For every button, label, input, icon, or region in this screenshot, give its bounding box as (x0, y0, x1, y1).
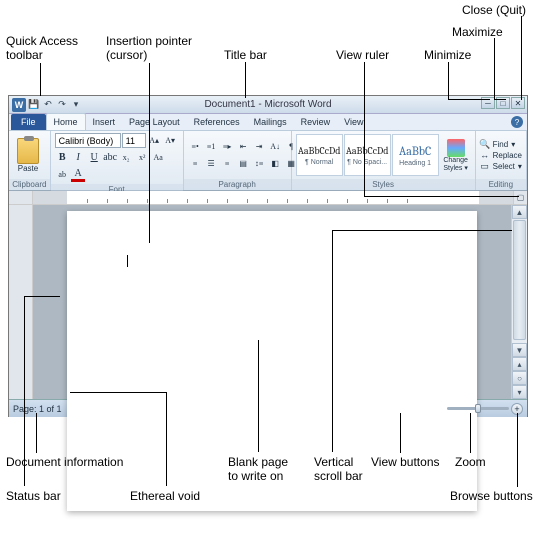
font-family-combo[interactable]: Calibri (Body) (55, 133, 121, 148)
callout-void: Ethereal void (130, 489, 200, 503)
callout-statusbar: Status bar (6, 489, 61, 503)
ribbon-tabs: File Home Insert Page Layout References … (9, 114, 527, 131)
word-icon[interactable]: W (12, 98, 26, 112)
page-info[interactable]: Page: 1 of 1 (13, 404, 62, 414)
tab-insert[interactable]: Insert (86, 114, 123, 130)
increase-indent-icon[interactable]: ⇥ (252, 139, 267, 154)
font-color-icon[interactable]: A (71, 167, 86, 182)
subscript-button[interactable]: x₂ (119, 150, 134, 165)
group-font: Calibri (Body) 11 A▴ A▾ B I U abc x₂ x² … (51, 131, 184, 190)
italic-button[interactable]: I (71, 150, 86, 165)
callout-qat: Quick Accesstoolbar (6, 34, 78, 63)
tab-mailings[interactable]: Mailings (247, 114, 294, 130)
numbering-icon[interactable]: ≡1 (204, 139, 219, 154)
replace-icon: ↔ (480, 150, 490, 160)
zoom-slider-thumb[interactable] (475, 404, 481, 413)
find-button[interactable]: 🔍Find ▾ (480, 139, 522, 149)
tab-review[interactable]: Review (294, 114, 338, 130)
qat-dropdown-icon[interactable]: ▾ (70, 99, 82, 111)
ribbon: Paste Clipboard Calibri (Body) 11 A▴ A▾ … (9, 131, 527, 191)
vertical-ruler[interactable] (9, 205, 33, 399)
ruler-scale[interactable] (67, 191, 479, 204)
text-effects-icon[interactable]: Aa (151, 150, 166, 165)
group-editing: 🔍Find ▾ ↔Replace ▭Select ▾ Editing (476, 131, 527, 190)
shading-icon[interactable]: ◧ (268, 156, 283, 171)
shrink-font-icon[interactable]: A▾ (163, 133, 178, 148)
callout-page: Blank pageto write on (228, 455, 288, 484)
save-icon[interactable]: 💾 (28, 99, 40, 111)
document-void (33, 205, 511, 399)
align-center-icon[interactable]: ☰ (204, 156, 219, 171)
group-clipboard: Paste Clipboard (9, 131, 51, 190)
find-icon: 🔍 (480, 139, 490, 149)
justify-icon[interactable]: ▤ (236, 156, 251, 171)
highlight-icon[interactable]: ab (55, 167, 70, 182)
tab-page-layout[interactable]: Page Layout (122, 114, 187, 130)
underline-button[interactable]: U (87, 150, 102, 165)
callout-ruler: View ruler (336, 48, 389, 62)
view-ruler-toggle[interactable]: ▢ (513, 191, 527, 204)
scroll-track[interactable] (512, 219, 527, 343)
strikethrough-button[interactable]: abc (103, 150, 118, 165)
callout-titlebar: Title bar (224, 48, 267, 62)
vertical-scrollbar[interactable]: ▲ ▼ ▴ ○ ▾ (511, 205, 527, 399)
window-title: Document1 - Microsoft Word (204, 99, 331, 110)
callout-browse: Browse buttons (450, 489, 533, 503)
scroll-thumb[interactable] (513, 220, 526, 340)
help-icon[interactable]: ? (511, 116, 523, 128)
align-right-icon[interactable]: ≡ (220, 156, 235, 171)
font-size-combo[interactable]: 11 (122, 133, 146, 148)
tab-references[interactable]: References (187, 114, 247, 130)
callout-zoom: Zoom (455, 455, 486, 469)
document-area: ▲ ▼ ▴ ○ ▾ (9, 205, 527, 399)
callout-maximize: Maximize (452, 25, 503, 39)
close-button[interactable]: ✕ (511, 97, 525, 109)
quick-access-toolbar: W 💾 ↶ ↷ ▾ (9, 98, 82, 112)
tab-selector[interactable] (9, 191, 33, 204)
multilevel-icon[interactable]: ≡▸ (220, 139, 235, 154)
redo-icon[interactable]: ↷ (56, 99, 68, 111)
paste-button[interactable]: Paste (13, 134, 43, 176)
group-paragraph: ≡• ≡1 ≡▸ ⇤ ⇥ A↓ ¶ ≡ ☰ ≡ ▤ ↕≡ ◧ (184, 131, 292, 190)
select-button[interactable]: ▭Select ▾ (480, 161, 522, 171)
style-heading1[interactable]: AaBbC Heading 1 (392, 134, 439, 176)
callout-cursor: Insertion pointer(cursor) (106, 34, 192, 63)
bold-button[interactable]: B (55, 150, 70, 165)
browse-object-icon[interactable]: ○ (512, 371, 527, 385)
app-window: W 💾 ↶ ↷ ▾ Document1 - Microsoft Word ─ □… (8, 95, 528, 417)
paste-icon (17, 138, 39, 164)
style-no-spacing[interactable]: AaBbCcDd ¶ No Spaci... (344, 134, 391, 176)
browse-next-icon[interactable]: ▾ (512, 385, 527, 399)
change-styles-button[interactable]: ChangeStyles ▾ (441, 134, 471, 176)
tab-home[interactable]: Home (46, 113, 86, 130)
scroll-up-icon[interactable]: ▲ (512, 205, 527, 219)
undo-icon[interactable]: ↶ (42, 99, 54, 111)
browse-prev-icon[interactable]: ▴ (512, 357, 527, 371)
superscript-button[interactable]: x² (135, 150, 150, 165)
line-spacing-icon[interactable]: ↕≡ (252, 156, 267, 171)
zoom-slider[interactable] (447, 407, 509, 410)
horizontal-ruler: ▢ (9, 191, 527, 205)
callout-close: Close (Quit) (462, 3, 526, 17)
tab-file[interactable]: File (11, 114, 46, 130)
sort-icon[interactable]: A↓ (268, 139, 283, 154)
select-icon: ▭ (480, 161, 490, 171)
change-styles-icon (447, 139, 465, 157)
scroll-down-icon[interactable]: ▼ (512, 343, 527, 357)
decrease-indent-icon[interactable]: ⇤ (236, 139, 251, 154)
align-left-icon[interactable]: ≡ (188, 156, 203, 171)
group-styles: AaBbCcDd ¶ Normal AaBbCcDd ¶ No Spaci...… (292, 131, 476, 190)
callout-vscroll: Verticalscroll bar (314, 455, 363, 484)
callout-viewbtns: View buttons (371, 455, 440, 469)
callout-minimize: Minimize (424, 48, 471, 62)
replace-button[interactable]: ↔Replace (480, 150, 522, 160)
callout-docinfo: Document information (6, 455, 123, 469)
tab-view[interactable]: View (337, 114, 370, 130)
style-normal[interactable]: AaBbCcDd ¶ Normal (296, 134, 343, 176)
insertion-cursor (127, 255, 128, 267)
bullets-icon[interactable]: ≡• (188, 139, 203, 154)
